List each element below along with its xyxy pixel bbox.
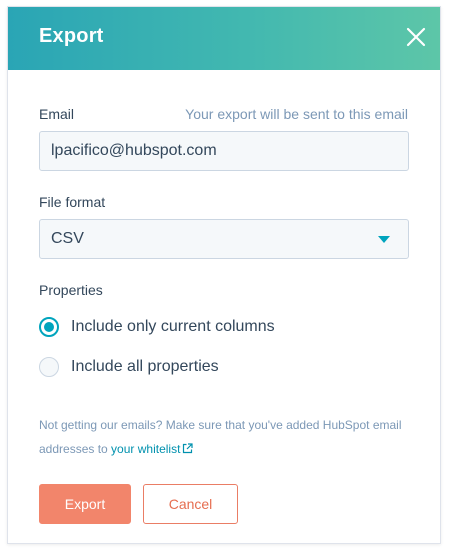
email-field[interactable] [39,131,409,171]
properties-label: Properties [39,282,103,298]
whitelist-link[interactable]: your whitelist [111,442,194,456]
radio-button-unchecked[interactable] [39,357,59,377]
dialog-title: Export [39,25,104,47]
dialog-header: Export [8,7,440,70]
radio-button-checked[interactable] [39,317,59,337]
email-hint: Your export will be sent to this email [185,106,408,122]
cancel-button[interactable]: Cancel [143,484,238,524]
file-format-select[interactable]: CSV [39,219,409,259]
whitelist-note-text: Not getting our emails? Make sure that y… [39,418,402,456]
external-link-icon [183,443,194,454]
close-button[interactable] [404,25,428,49]
file-format-value: CSV [51,230,84,247]
radio-all-properties-label: Include all properties [71,358,219,375]
close-icon [406,27,426,47]
caret-down-icon [378,236,390,243]
email-label: Email [39,106,75,122]
export-button[interactable]: Export [39,484,131,524]
whitelist-note: Not getting our emails? Make sure that y… [39,413,429,461]
file-format-label: File format [39,194,106,210]
whitelist-link-text: your whitelist [111,442,181,456]
radio-current-columns-label: Include only current columns [71,318,275,335]
export-dialog: Export Email Your export will be sent to… [7,6,441,544]
